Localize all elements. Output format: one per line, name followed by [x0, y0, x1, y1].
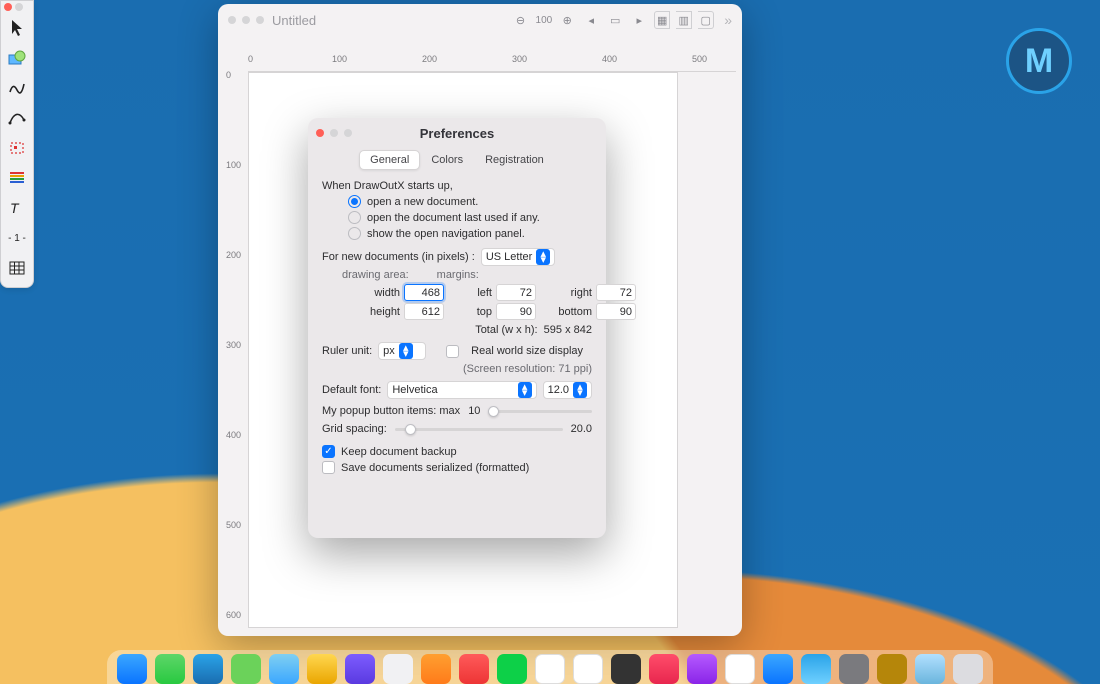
chevron-right-icon[interactable]: » [724, 12, 732, 28]
dock-app-music[interactable] [649, 654, 679, 684]
svg-text:T: T [10, 200, 20, 216]
dock-app-trash[interactable] [953, 654, 983, 684]
dock-app-drawoutx[interactable] [801, 654, 831, 684]
brand-logo: M [1006, 28, 1072, 94]
dock-app-appstore[interactable] [763, 654, 793, 684]
view-single-icon[interactable]: ▦ [654, 11, 670, 29]
document-titlebar[interactable]: Untitled ⊖ 100 ⊕ ◂ ▭ ▸ ▦ ▥ ▢ » [218, 4, 742, 36]
tab-colors[interactable]: Colors [420, 150, 474, 170]
tool-palette: T - 1 - [0, 0, 34, 288]
prev-icon[interactable]: ◂ [582, 11, 600, 29]
minimize-icon[interactable] [242, 16, 250, 24]
grid-spacing-value: 20.0 [571, 423, 592, 435]
dock-app-settings[interactable] [421, 654, 451, 684]
tab-general[interactable]: General [359, 150, 420, 170]
freehand-tool[interactable] [1, 73, 33, 103]
preferences-window: Preferences General Colors Registration … [308, 118, 606, 538]
save-serialized-checkbox[interactable] [322, 461, 335, 474]
next-icon[interactable]: ▸ [630, 11, 648, 29]
zoom-out-icon[interactable]: ⊖ [512, 11, 530, 29]
radio-open-new[interactable] [348, 195, 361, 208]
dock-app-tv[interactable] [611, 654, 641, 684]
dock-app-facetime[interactable] [459, 654, 489, 684]
dock-app-calendar[interactable] [497, 654, 527, 684]
top-field[interactable]: 90 [496, 303, 536, 320]
real-world-checkbox[interactable] [446, 345, 459, 358]
radio-show-nav[interactable] [348, 227, 361, 240]
popup-max-slider[interactable] [488, 410, 592, 413]
dock-app-contacts[interactable] [535, 654, 565, 684]
new-documents-label: For new documents (in pixels) : [322, 251, 475, 263]
paper-size-select[interactable]: US Letter▴▾ [481, 248, 555, 266]
lines-style-tool[interactable] [1, 163, 33, 193]
dock-app-safari[interactable] [193, 654, 223, 684]
zoom-value: 100 [536, 15, 553, 26]
zoom-in-icon[interactable]: ⊕ [558, 11, 576, 29]
text-tool[interactable]: T [1, 193, 33, 223]
minimize-icon [15, 3, 23, 11]
close-icon[interactable] [228, 16, 236, 24]
dock-app-systemprefs[interactable] [839, 654, 869, 684]
startup-label: When DrawOutX starts up, [322, 180, 453, 192]
dock-app-folder[interactable] [877, 654, 907, 684]
popup-max-value: 10 [468, 405, 480, 417]
view-full-icon[interactable]: ▢ [698, 11, 714, 29]
dock-app-podcasts[interactable] [345, 654, 375, 684]
zoom-icon[interactable] [256, 16, 264, 24]
grid-spacing-slider[interactable] [395, 428, 563, 431]
dock-app-podcasts2[interactable] [687, 654, 717, 684]
dock-app-launchpad[interactable] [155, 654, 185, 684]
view-dual-icon[interactable]: ▥ [676, 11, 692, 29]
default-font-select[interactable]: Helvetica▴▾ [387, 381, 536, 399]
close-icon[interactable] [4, 3, 12, 11]
tab-registration[interactable]: Registration [474, 150, 555, 170]
dock-app-maps[interactable] [307, 654, 337, 684]
dock-app-photos[interactable] [383, 654, 413, 684]
grid-tool[interactable] [1, 253, 33, 283]
height-field[interactable]: 612 [404, 303, 444, 320]
dock-app-downloads[interactable] [915, 654, 945, 684]
dock-app-finder[interactable] [117, 654, 147, 684]
width-field[interactable]: 468 [404, 284, 444, 301]
curve-tool[interactable] [1, 103, 33, 133]
preferences-tabs: General Colors Registration [359, 150, 555, 170]
document-toolbar: ⊖ 100 ⊕ ◂ ▭ ▸ ▦ ▥ ▢ » [512, 11, 732, 29]
crop-tool[interactable] [1, 133, 33, 163]
right-field[interactable]: 72 [596, 284, 636, 301]
dock-app-reminders[interactable] [573, 654, 603, 684]
ruler-horizontal: 0 100 200 300 400 500 [224, 54, 736, 72]
dock [107, 650, 993, 684]
shape-tool[interactable] [1, 43, 33, 73]
ruler-vertical: 0 100 200 300 400 500 600 [224, 70, 248, 630]
total-size-value: 595 x 842 [544, 324, 592, 336]
dock-app-news[interactable] [725, 654, 755, 684]
preferences-titlebar[interactable]: Preferences [308, 118, 606, 148]
dock-app-messages[interactable] [231, 654, 261, 684]
keep-backup-checkbox[interactable] [322, 445, 335, 458]
ruler-unit-select[interactable]: px▴▾ [378, 342, 426, 360]
bottom-field[interactable]: 90 [596, 303, 636, 320]
left-field[interactable]: 72 [496, 284, 536, 301]
dock-app-mail[interactable] [269, 654, 299, 684]
radio-open-last[interactable] [348, 211, 361, 224]
default-font-size-select[interactable]: 12.0▴▾ [543, 381, 592, 399]
page-indicator: ▭ [606, 11, 624, 29]
pointer-tool[interactable] [1, 13, 33, 43]
measure-tool[interactable]: - 1 - [1, 223, 33, 253]
document-title: Untitled [272, 13, 316, 28]
preferences-title: Preferences [308, 126, 606, 141]
